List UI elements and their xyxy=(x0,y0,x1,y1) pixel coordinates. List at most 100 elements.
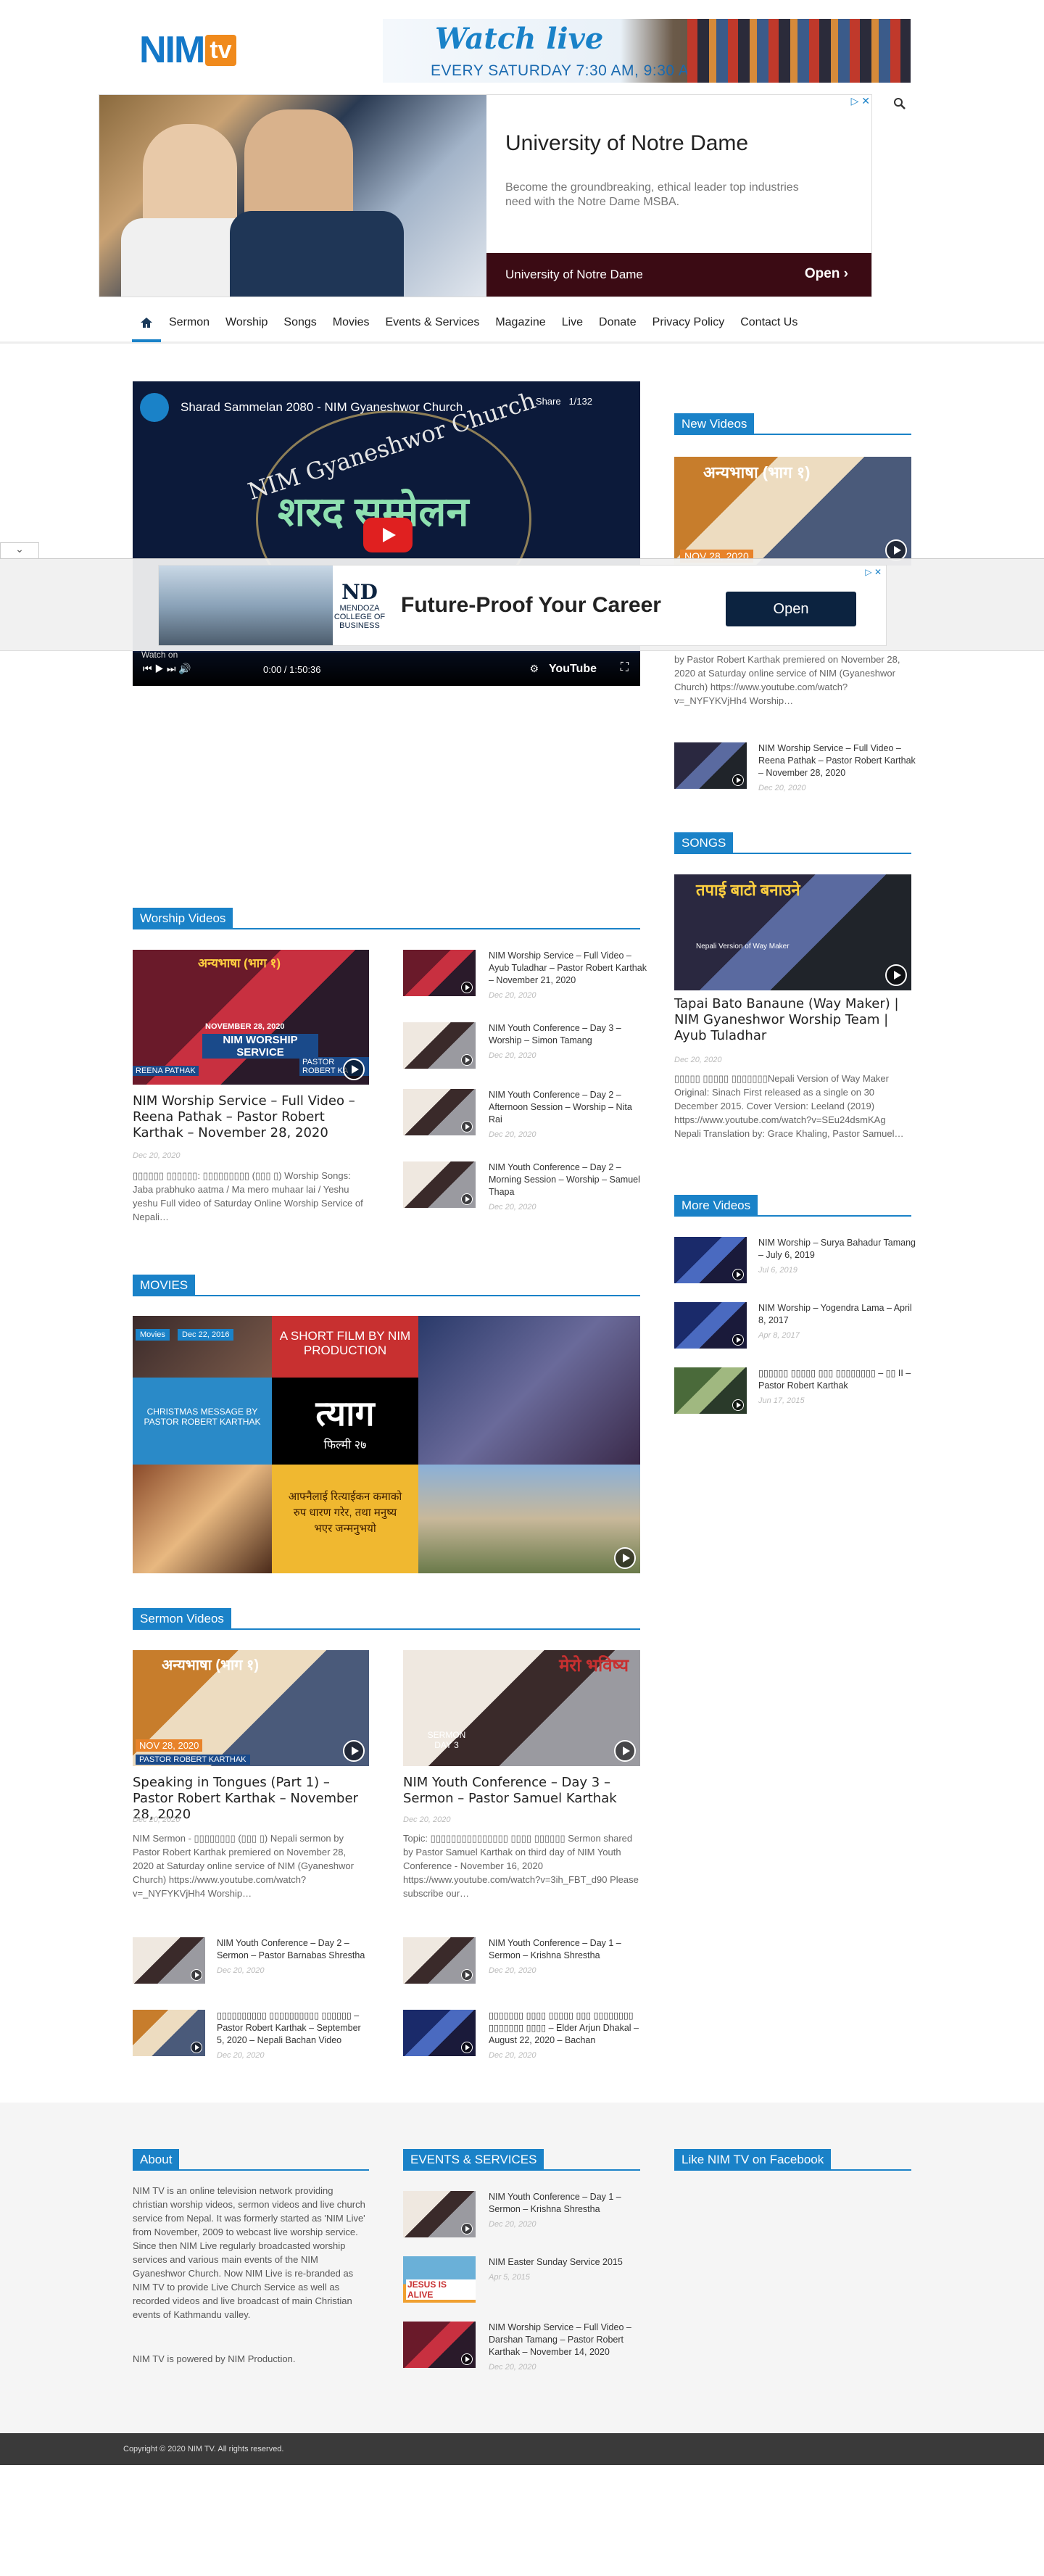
nav-live[interactable]: Live xyxy=(554,303,591,342)
worship-main-thumb[interactable]: अन्यभाषा (भाग १) NOVEMBER 28, 2020 NIM W… xyxy=(133,950,369,1085)
sermon-thumb-top: अन्यभाषा (भाग १) xyxy=(162,1657,260,1673)
nav-home-icon[interactable] xyxy=(132,303,161,342)
adchoices-icon[interactable]: ▷ ✕ xyxy=(851,95,870,107)
more-video-title[interactable]: ▯▯▯▯▯▯ ▯▯▯▯▯ ▯▯▯ ▯▯▯▯▯▯▯▯ – ▯▯ II – Past… xyxy=(758,1367,918,1392)
header-banner[interactable]: Watch live EVERY SATURDAY 7:30 AM, 9:30 … xyxy=(383,19,911,83)
event-title[interactable]: NIM Worship Service – Full Video – Darsh… xyxy=(489,2322,648,2358)
worship-list-item[interactable]: NIM Youth Conference – Day 2 – Morning S… xyxy=(403,1161,640,1212)
sermon-list-thumb[interactable] xyxy=(403,2010,476,2056)
play-icon[interactable] xyxy=(614,1547,636,1569)
sermon-list-item[interactable]: ▯▯▯▯▯▯▯▯▯▯ ▯▯▯▯▯▯▯▯▯▯ ▯▯▯▯▯▯ – Pastor Ro… xyxy=(133,2010,369,2061)
worship-list-thumb[interactable] xyxy=(403,1022,476,1069)
overlay-ad-box[interactable]: ND MENDOZA COLLEGE OF BUSINESS Future-Pro… xyxy=(158,565,887,646)
more-video-thumb[interactable] xyxy=(674,1302,747,1349)
nav-donate[interactable]: Donate xyxy=(591,303,645,342)
sermon-main-title[interactable]: NIM Youth Conference – Day 3 – Sermon – … xyxy=(403,1775,640,1807)
worship-list-thumb[interactable] xyxy=(403,1089,476,1135)
sermon-list-title[interactable]: ▯▯▯▯▯▯▯▯▯▯ ▯▯▯▯▯▯▯▯▯▯ ▯▯▯▯▯▯ – Pastor Ro… xyxy=(217,2010,369,2047)
event-title[interactable]: NIM Easter Sunday Service 2015 xyxy=(489,2256,648,2269)
new-video-thumb[interactable]: अन्यभाषा (भाग १) NOV 28, 2020 xyxy=(674,457,911,566)
site-logo[interactable]: NIM tv xyxy=(139,29,264,71)
worship-list-title[interactable]: NIM Youth Conference – Day 2 – Morning S… xyxy=(489,1161,648,1198)
more-video-thumb[interactable] xyxy=(674,1237,747,1283)
movies-feature[interactable]: A SHORT FILM BY NIM PRODUCTION CHRISTMAS… xyxy=(133,1316,640,1573)
nav-songs[interactable]: Songs xyxy=(276,303,324,342)
play-button[interactable] xyxy=(363,518,413,552)
copyright-text: Copyright © 2020 NIM TV. All rights rese… xyxy=(123,2445,284,2453)
control-play-icon[interactable]: ⏮ ▶ ⏭ 🔊 xyxy=(143,663,191,675)
more-video-thumb[interactable] xyxy=(674,1367,747,1414)
event-thumb[interactable]: JESUS IS ALIVE xyxy=(403,2256,476,2303)
sermon-list-item[interactable]: ▯▯▯▯▯▯▯ ▯▯▯▯ ▯▯▯▯▯ ▯▯▯ ▯▯▯▯▯▯▯▯ ▯▯▯▯▯▯▯ … xyxy=(403,2010,640,2061)
youtube-logo[interactable]: YouTube xyxy=(549,663,597,676)
event-thumb[interactable] xyxy=(403,2191,476,2237)
nav-contact[interactable]: Contact Us xyxy=(732,303,805,342)
sermon-list-thumb[interactable] xyxy=(403,1937,476,1984)
new-video-item-thumb[interactable] xyxy=(674,742,747,789)
nav-sermon[interactable]: Sermon xyxy=(161,303,218,342)
play-icon[interactable] xyxy=(885,964,907,986)
worship-list-title[interactable]: NIM Youth Conference – Day 3 – Worship –… xyxy=(489,1022,648,1047)
fullscreen-icon[interactable]: ⛶ xyxy=(621,661,629,674)
more-video-title[interactable]: NIM Worship – Yogendra Lama – April 8, 2… xyxy=(758,1302,918,1327)
channel-avatar[interactable] xyxy=(140,393,169,422)
new-video-item[interactable]: NIM Worship Service – Full Video – Reena… xyxy=(674,742,916,793)
ad-photo xyxy=(99,95,486,297)
ad-bar[interactable]: University of Notre Dame Open › xyxy=(486,253,871,297)
sermon-main-thumb[interactable]: मेरो भविष्य SERMON DAY 3 xyxy=(403,1650,640,1766)
worship-main-title[interactable]: NIM Worship Service – Full Video – Reena… xyxy=(133,1093,369,1141)
sermon-list-title[interactable]: ▯▯▯▯▯▯▯ ▯▯▯▯ ▯▯▯▯▯ ▯▯▯ ▯▯▯▯▯▯▯▯ ▯▯▯▯▯▯▯ … xyxy=(489,2010,648,2047)
settings-icon[interactable]: ⚙ xyxy=(529,663,539,675)
event-item[interactable]: NIM Youth Conference – Day 1 – Sermon – … xyxy=(403,2191,640,2242)
new-video-item-title[interactable]: NIM Worship Service – Full Video – Reena… xyxy=(758,742,918,779)
search-icon[interactable] xyxy=(893,97,906,115)
worship-list-item[interactable]: NIM Worship Service – Full Video – Ayub … xyxy=(403,950,647,1001)
worship-list-title[interactable]: NIM Youth Conference – Day 2 – Afternoon… xyxy=(489,1089,648,1126)
sermon-list-title[interactable]: NIM Youth Conference – Day 2 – Sermon – … xyxy=(217,1937,369,1962)
facebook-heading-text[interactable]: Like NIM TV on Facebook xyxy=(674,2149,832,2171)
song-title[interactable]: Tapai Bato Banaune (Way Maker) | NIM Gya… xyxy=(674,996,911,1044)
nav-magazine[interactable]: Magazine xyxy=(487,303,553,342)
event-thumb[interactable] xyxy=(403,2322,476,2368)
worship-heading: Worship Videos xyxy=(133,908,640,929)
play-icon[interactable] xyxy=(343,1059,365,1080)
sermon-list-title[interactable]: NIM Youth Conference – Day 1 – Sermon – … xyxy=(489,1937,648,1962)
movie-tag[interactable]: Movies xyxy=(136,1329,170,1341)
more-video-item[interactable]: ▯▯▯▯▯▯ ▯▯▯▯▯ ▯▯▯ ▯▯▯▯▯▯▯▯ – ▯▯ II – Past… xyxy=(674,1367,911,1418)
nav-movies[interactable]: Movies xyxy=(325,303,378,342)
video-title[interactable]: Sharad Sammelan 2080 - NIM Gyaneshwor Ch… xyxy=(181,400,463,415)
movies-heading-text: MOVIES xyxy=(133,1275,196,1296)
sermon-list-thumb[interactable] xyxy=(133,2010,205,2056)
nav-worship[interactable]: Worship xyxy=(218,303,276,342)
worship-list-date: Dec 20, 2020 xyxy=(489,1051,536,1060)
collapse-ad-button[interactable]: ⌄ xyxy=(0,542,39,558)
more-video-item[interactable]: NIM Worship – Surya Bahadur Tamang – Jul… xyxy=(674,1237,916,1288)
top-ad[interactable]: ▷ ✕ University of Notre Dame Become the … xyxy=(99,94,872,297)
worship-list-item[interactable]: NIM Youth Conference – Day 3 – Worship –… xyxy=(403,1022,640,1073)
nav-events[interactable]: Events & Services xyxy=(377,303,487,342)
play-icon[interactable] xyxy=(614,1740,636,1762)
sermon-list-thumb[interactable] xyxy=(133,1937,205,1984)
share-button[interactable]: Share 1/132 xyxy=(536,396,592,407)
event-title[interactable]: NIM Youth Conference – Day 1 – Sermon – … xyxy=(489,2191,648,2216)
sermons-heading-text: Sermon Videos xyxy=(133,1608,231,1630)
overlay-ad-open-button[interactable]: Open xyxy=(726,592,856,626)
adchoices-icon[interactable]: ▷ ✕ xyxy=(865,567,882,577)
event-item[interactable]: NIM Worship Service – Full Video – Darsh… xyxy=(403,2322,640,2372)
movies-heading: MOVIES xyxy=(133,1275,640,1296)
watch-on-label[interactable]: Watch on xyxy=(141,650,178,660)
more-video-item[interactable]: NIM Worship – Yogendra Lama – April 8, 2… xyxy=(674,1302,912,1353)
sermon-main-thumb[interactable]: अन्यभाषा (भाग १) NOV 28, 2020 PASTOR ROB… xyxy=(133,1650,369,1766)
worship-list-thumb[interactable] xyxy=(403,950,476,996)
play-icon[interactable] xyxy=(343,1740,365,1762)
worship-list-item[interactable]: NIM Youth Conference – Day 2 – Afternoon… xyxy=(403,1089,640,1140)
ad-open-button[interactable]: Open › xyxy=(805,266,848,282)
worship-list-thumb[interactable] xyxy=(403,1161,476,1208)
sermon-list-item[interactable]: NIM Youth Conference – Day 1 – Sermon – … xyxy=(403,1937,640,1988)
sermon-list-item[interactable]: NIM Youth Conference – Day 2 – Sermon – … xyxy=(133,1937,369,1988)
more-video-title[interactable]: NIM Worship – Surya Bahadur Tamang – Jul… xyxy=(758,1237,918,1262)
worship-list-title[interactable]: NIM Worship Service – Full Video – Ayub … xyxy=(489,950,648,987)
song-thumb[interactable]: तपाई बाटो बनाउने Nepali Version of Way M… xyxy=(674,874,911,990)
event-item[interactable]: JESUS IS ALIVE NIM Easter Sunday Service… xyxy=(403,2256,640,2307)
nav-privacy[interactable]: Privacy Policy xyxy=(645,303,733,342)
